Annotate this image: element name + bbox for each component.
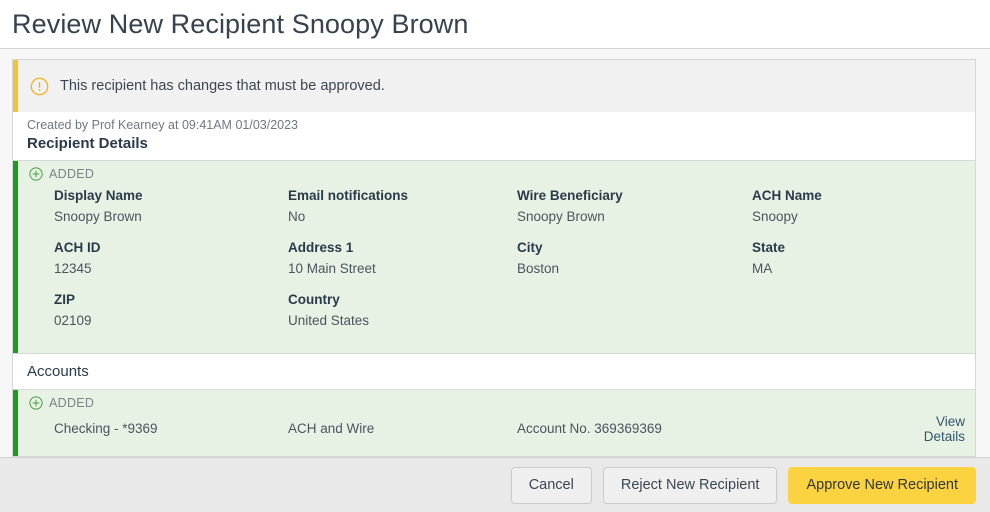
accounts-heading: Accounts [13, 353, 975, 390]
field-spacer [752, 289, 975, 341]
field-label: Wire Beneficiary [517, 188, 623, 203]
review-recipient-page: Review New Recipient Snoopy Brown This r… [0, 0, 990, 512]
cancel-button[interactable]: Cancel [510, 466, 592, 504]
view-details-link[interactable]: View Details [897, 414, 965, 444]
account-name: Checking - *9369 [54, 421, 158, 436]
created-by-text: Created by Prof Kearney at 09:41AM 01/03… [27, 118, 299, 132]
field-value: 02109 [54, 313, 92, 328]
field-value: Snoopy Brown [517, 209, 605, 224]
field-label: ZIP [54, 292, 76, 307]
alert-message: This recipient has changes that must be … [60, 78, 385, 94]
field-value: 12345 [54, 261, 92, 276]
recipient-details-heading: Recipient Details [13, 132, 975, 161]
field-label: Display Name [54, 188, 143, 203]
field-spacer [517, 289, 752, 341]
accounts-added-block: ADDED Checking - *9369 ACH and Wire Acco… [13, 390, 975, 456]
page-header: Review New Recipient Snoopy Brown [0, 0, 990, 49]
field-value: Boston [517, 261, 560, 276]
plus-circle-icon [29, 396, 43, 410]
field-label: City [517, 240, 543, 255]
account-number: Account No. 369369369 [517, 421, 662, 436]
approve-new-recipient-button[interactable]: Approve New Recipient [788, 466, 976, 504]
table-row: Checking - *9369 ACH and Wire Account No… [18, 414, 975, 444]
field-ach-name: ACH Name Snoopy [752, 185, 975, 237]
field-email-notifications: Email notifications No [288, 185, 517, 237]
field-zip: ZIP 02109 [54, 289, 288, 341]
accounts-added-badge: ADDED [18, 396, 975, 410]
field-display-name: Display Name Snoopy Brown [54, 185, 288, 237]
plus-circle-icon [29, 167, 43, 181]
field-value: United States [288, 313, 370, 328]
field-label: State [752, 240, 786, 255]
page-title: Review New Recipient Snoopy Brown [12, 8, 469, 39]
field-label: ACH ID [54, 240, 101, 255]
recipient-added-label: ADDED [49, 167, 95, 181]
field-value: Snoopy [752, 209, 798, 224]
accounts-added-label: ADDED [49, 396, 95, 410]
field-country: Country United States [288, 289, 517, 341]
field-value: 10 Main Street [288, 261, 376, 276]
page-body: This recipient has changes that must be … [0, 49, 990, 457]
approval-alert: This recipient has changes that must be … [13, 60, 975, 112]
field-label: Country [288, 292, 340, 307]
field-label: Address 1 [288, 240, 354, 255]
field-label: ACH Name [752, 188, 822, 203]
recipient-details-added-block: ADDED Display Name Snoopy Brown Email no… [13, 161, 975, 353]
field-value: MA [752, 261, 773, 276]
reject-new-recipient-button[interactable]: Reject New Recipient [602, 466, 778, 504]
field-ach-id: ACH ID 12345 [54, 237, 288, 289]
field-city: City Boston [517, 237, 752, 289]
field-value: Snoopy Brown [54, 209, 142, 224]
field-wire-beneficiary: Wire Beneficiary Snoopy Brown [517, 185, 752, 237]
field-label: Email notifications [288, 188, 409, 203]
field-address-1: Address 1 10 Main Street [288, 237, 517, 289]
recipient-added-badge: ADDED [18, 167, 975, 181]
field-state: State MA [752, 237, 975, 289]
warning-circle-icon [30, 77, 49, 95]
recipient-field-grid: Display Name Snoopy Brown Email notifica… [18, 185, 975, 341]
field-value: No [288, 209, 306, 224]
action-footer: Cancel Reject New Recipient Approve New … [0, 457, 990, 512]
review-card: This recipient has changes that must be … [12, 59, 976, 457]
account-services: ACH and Wire [288, 421, 375, 436]
